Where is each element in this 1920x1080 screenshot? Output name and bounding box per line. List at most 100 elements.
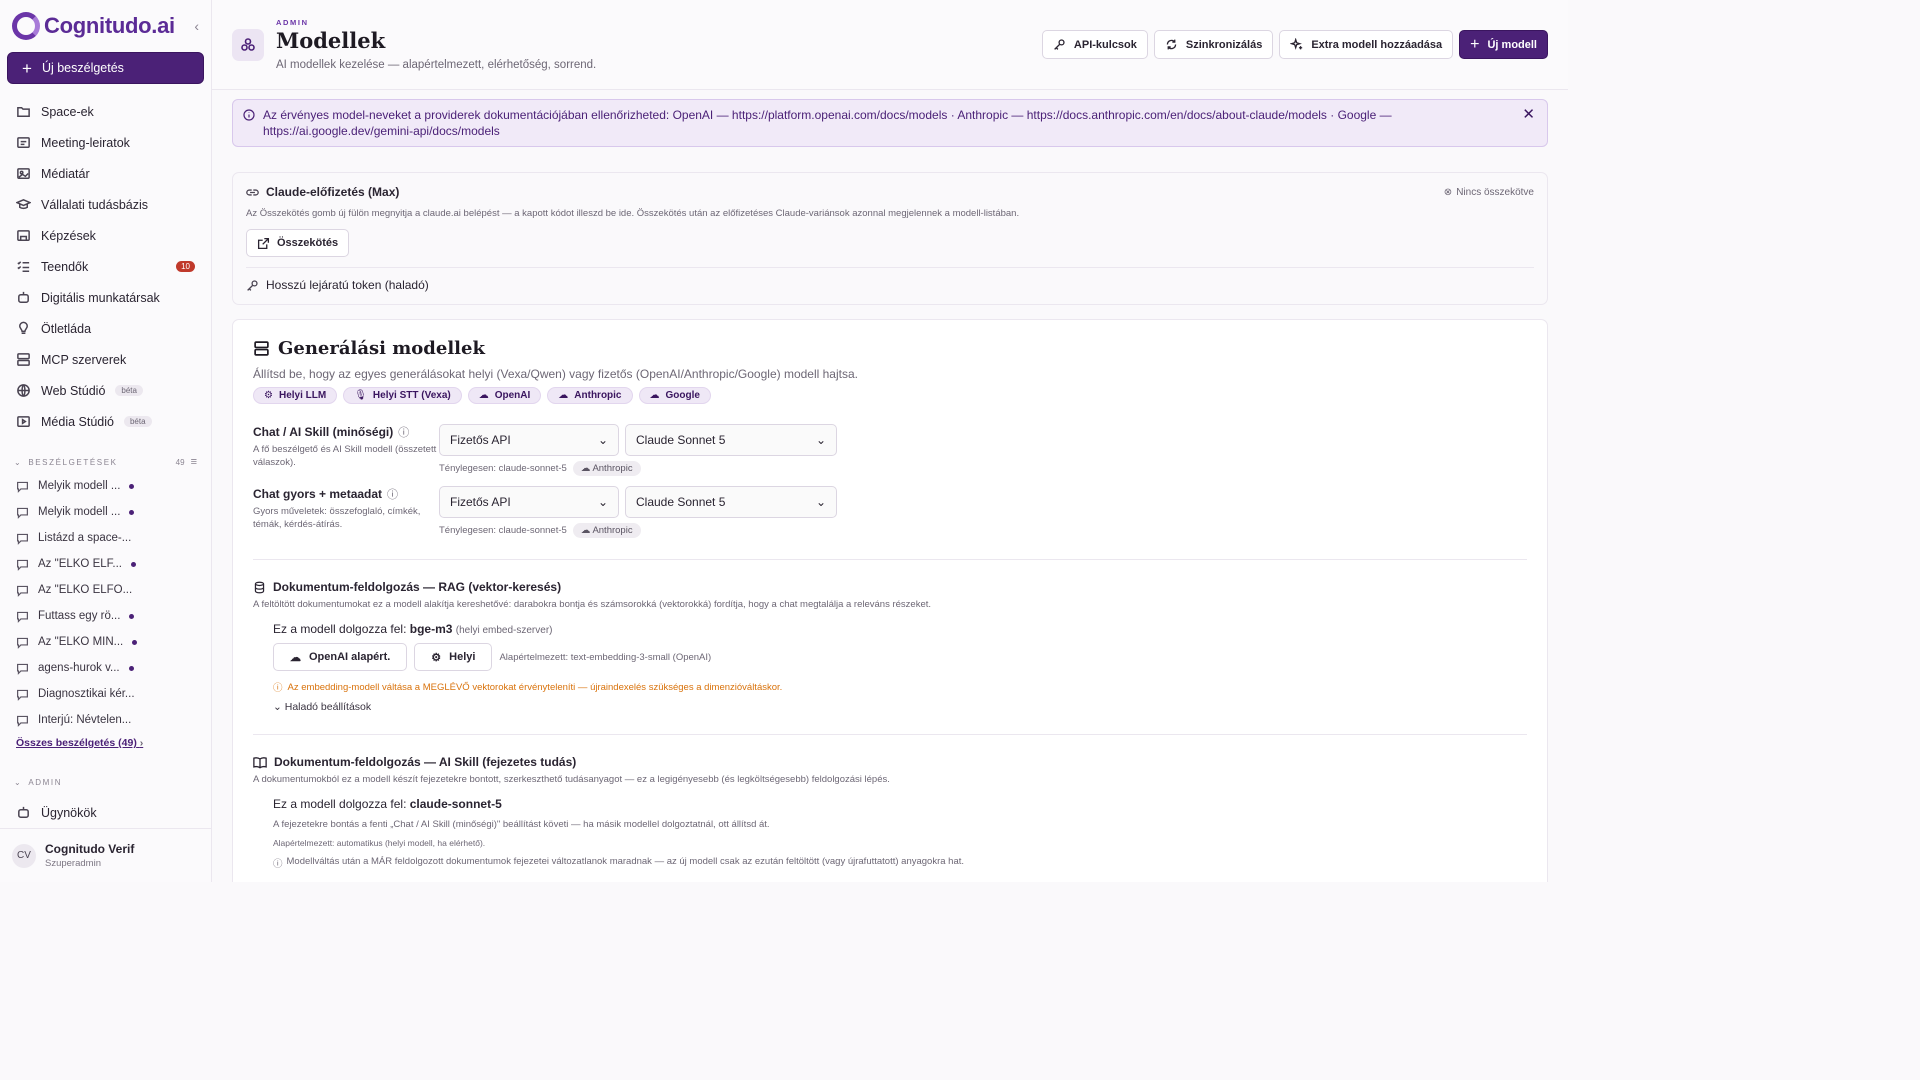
conversation-item[interactable]: Futtass egy rö... (0, 603, 211, 629)
link-icon (246, 188, 259, 196)
filter-icon[interactable]: ≡ (191, 456, 197, 468)
cpu-icon: ⚙ (264, 390, 273, 401)
all-conversations-link[interactable]: Összes beszélgetés (49) › (0, 733, 211, 753)
user-name: Cognitudo Verif (45, 842, 135, 856)
checklist-icon (17, 261, 30, 272)
bot-icon (18, 806, 29, 818)
sidebar-item-8[interactable]: MCP szerverek (0, 344, 211, 375)
info-icon[interactable]: ⓘ (387, 486, 398, 502)
conversation-item[interactable]: Listázd a space-... (0, 525, 211, 551)
source-select[interactable]: Fizetős API ⌄ (439, 424, 619, 456)
message-icon (17, 637, 28, 649)
server-icon (17, 353, 30, 366)
source-select[interactable]: Fizetős API ⌄ (439, 486, 619, 518)
long-token-toggle[interactable]: Hosszú lejáratú token (haladó) (246, 278, 1534, 292)
model-select[interactable]: Claude Sonnet 5 ⌄ (625, 424, 837, 456)
connect-button[interactable]: Összekötés (246, 229, 350, 257)
main-nav: Space-ek Meeting-leiratok Médiatár Vállalat… (0, 96, 211, 437)
page-title: Modellek (276, 28, 386, 53)
sidebar-item-1[interactable]: Meeting-leiratok (0, 127, 211, 158)
conversation-item[interactable]: Az "ELKO ELFO... (0, 577, 211, 603)
external-link-icon (257, 237, 270, 249)
info-banner: Az érvényes model-neveket a providerek d… (232, 99, 1548, 147)
sync-button[interactable]: Szinkronizálás (1153, 30, 1274, 59)
close-banner-icon[interactable]: ✕ (1522, 107, 1535, 123)
image-icon (17, 168, 30, 179)
sparkles-icon (1290, 38, 1303, 50)
advanced-settings-toggle[interactable]: ⌄ Haladó beállítások (273, 701, 1527, 713)
page-header: ADMIN Modellek AI modellek kezelése — al… (212, 0, 1568, 90)
models-icon (232, 28, 264, 61)
model-select[interactable]: Claude Sonnet 5 ⌄ (625, 486, 837, 518)
chevron-down-icon: ⌄ (273, 701, 282, 713)
transcript-icon (17, 137, 30, 148)
api-keys-button[interactable]: API-kulcsok (1041, 30, 1148, 59)
info-icon[interactable]: ⓘ (398, 424, 409, 440)
conversation-item[interactable]: Melyik modell ... (0, 473, 211, 499)
conversation-item[interactable]: agens-hurok v... (0, 655, 211, 681)
sidebar-item-3[interactable]: Vállalati tudásbázis (0, 189, 211, 220)
generation-models-card: Generálási modellek Állítsd be, hogy az … (232, 319, 1548, 882)
conversation-item[interactable]: Melyik modell ... (0, 499, 211, 525)
generation-subtitle: Állítsd be, hogy az egyes generálásokat … (253, 367, 858, 381)
conversation-item[interactable]: Az "ELKO MIN... (0, 629, 211, 655)
unread-dot (130, 561, 136, 567)
server-icon (254, 341, 269, 356)
admin-heading[interactable]: ⌄ ADMIN (0, 771, 211, 793)
sidebar: Cognitudo.ai ‹ + Új beszélgetés Space-ek… (0, 0, 212, 882)
conversation-list: Melyik modell ... Melyik modell ... Listáz… (0, 473, 211, 733)
new-model-button[interactable]: + Új modell (1459, 30, 1548, 59)
message-icon (17, 481, 28, 493)
provider-badge: ☁ Anthropic (572, 461, 641, 476)
logo-icon (12, 12, 40, 40)
sidebar-item-2[interactable]: Médiatár (0, 158, 211, 189)
bot-icon (18, 291, 29, 303)
info-icon (243, 109, 255, 121)
book-icon (253, 756, 267, 769)
sidebar-item-0[interactable]: Space-ek (0, 96, 211, 127)
sidebar-item-7[interactable]: Ötletláda (0, 313, 211, 344)
beta-badge: béta (115, 385, 143, 396)
provider-chip: 🎙 Helyi STT (Vexa) (343, 387, 462, 404)
alert-icon: ⓘ (273, 683, 283, 694)
main-content: ADMIN Modellek AI modellek kezelése — al… (212, 0, 1568, 882)
conversation-item[interactable]: Az "ELKO ELF... (0, 551, 211, 577)
sidebar-item-10[interactable]: Média Stúdió béta (0, 406, 211, 437)
unread-dot (129, 613, 135, 619)
message-icon (17, 689, 28, 701)
embedding-warning: ⓘ Az embedding-modell váltása a MEGLÉVŐ v… (273, 681, 783, 695)
collapse-sidebar-icon[interactable]: ‹ (194, 18, 199, 34)
plus-icon: + (22, 58, 32, 78)
mic-icon: 🎙 (354, 390, 367, 401)
brand-logo[interactable]: Cognitudo.ai (12, 12, 175, 40)
new-chat-button[interactable]: + Új beszélgetés (7, 52, 204, 84)
model-setting-row: Chat / AI Skill (minőségi) ⓘ A fő beszélge… (253, 424, 1527, 476)
chevron-down-icon: ⌄ (815, 495, 826, 509)
conversations-heading[interactable]: ⌄ BESZÉLGETÉSEK 49 ≡ (0, 451, 211, 473)
sidebar-item-6[interactable]: Digitális munkatársak (0, 282, 211, 313)
ai-skill-section: Dokumentum-feldolgozás — AI Skill (fejez… (253, 734, 1527, 870)
conversation-item[interactable]: Diagnosztikai kér... (0, 681, 211, 707)
chevron-down-icon: ⌄ (597, 433, 608, 447)
openai-default-button[interactable]: ☁ OpenAI alapért. (273, 643, 408, 671)
user-profile[interactable]: CV Cognitudo Verif Szuperadmin (0, 828, 211, 882)
conversations-count: 49 (175, 457, 185, 467)
local-button[interactable]: ⚙ Helyi (414, 643, 493, 671)
key-icon (247, 279, 258, 291)
training-icon (17, 230, 30, 241)
sidebar-item-5[interactable]: Teendők 10 (0, 251, 211, 282)
sidebar-item-9[interactable]: Web Stúdió béta (0, 375, 211, 406)
avatar: CV (12, 843, 36, 868)
x-circle-icon: ⊗ (1443, 186, 1453, 198)
add-extra-model-button[interactable]: Extra modell hozzáadása (1279, 30, 1454, 59)
sidebar-item-4[interactable]: Képzések (0, 220, 211, 251)
beta-badge: béta (123, 416, 152, 427)
globe-icon (17, 384, 30, 397)
media-icon (17, 416, 30, 427)
page-kicker: ADMIN (276, 18, 309, 27)
sidebar-item-agents[interactable]: Ügynökök (0, 797, 211, 828)
conversation-item[interactable]: Interjú: Névtelen... (0, 707, 211, 733)
user-role: Szuperadmin (45, 858, 101, 869)
folder-icon (17, 107, 30, 117)
chevron-right-icon: › (139, 737, 144, 749)
